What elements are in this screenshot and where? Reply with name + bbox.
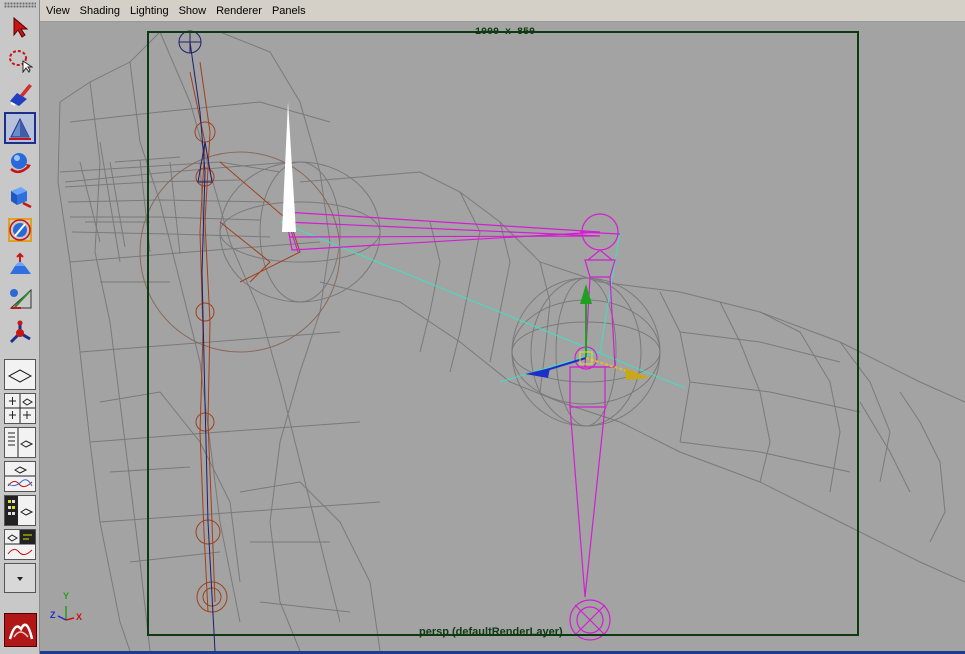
graph-editor-persp-layout-button[interactable] xyxy=(4,461,36,492)
menu-shading[interactable]: Shading xyxy=(75,0,125,22)
universal-manipulator-icon xyxy=(8,218,32,242)
toolbox xyxy=(0,0,40,654)
axis-label-z: Z xyxy=(50,610,56,620)
outliner-persp-layout-icon xyxy=(8,428,34,457)
view-axis-indicator xyxy=(57,606,75,621)
layout-dropdown-button[interactable] xyxy=(4,563,36,593)
spine-joint-chain xyxy=(189,61,301,613)
toolbox-grip[interactable] xyxy=(4,2,36,8)
universal-manipulator-button[interactable] xyxy=(4,214,36,246)
character-wireframe xyxy=(57,31,965,651)
chevron-down-icon xyxy=(17,577,23,581)
hypershade-persp-layout-button[interactable] xyxy=(4,495,36,526)
hypershade-persp-layout-icon xyxy=(5,496,34,525)
viewport-menubar: View Shading Lighting Show Renderer Pane… xyxy=(40,0,965,22)
perspective-viewport[interactable]: 1000 x 850 persp (defaultRenderLayer) Y … xyxy=(40,22,965,651)
last-tool-button[interactable] xyxy=(4,317,36,349)
single-perspective-view-button[interactable] xyxy=(4,359,36,390)
soft-modification-button[interactable] xyxy=(4,249,36,281)
scale-tool-button[interactable] xyxy=(4,180,36,212)
maya-logo xyxy=(4,613,37,647)
last-tool-icon xyxy=(9,320,31,344)
menu-lighting[interactable]: Lighting xyxy=(125,0,174,22)
camera-name-label: persp (defaultRenderLayer) xyxy=(419,626,563,638)
menu-panels[interactable]: Panels xyxy=(267,0,311,22)
graph-editor-persp-layout-icon xyxy=(5,466,35,488)
paint-select-tool-icon xyxy=(10,84,32,106)
lasso-tool-icon xyxy=(9,50,33,73)
scale-tool-icon xyxy=(11,187,32,209)
persp-graph-layout-button[interactable] xyxy=(4,529,36,560)
maya-logo-icon xyxy=(8,623,33,640)
show-manipulator-icon xyxy=(9,288,32,309)
rotate-tool-button[interactable] xyxy=(4,146,36,178)
selected-arm-joint-chain xyxy=(284,211,621,641)
axis-label-y: Y xyxy=(63,591,70,601)
outliner-persp-layout-button[interactable] xyxy=(4,427,36,458)
paint-select-tool-button[interactable] xyxy=(4,78,36,110)
resolution-gate xyxy=(147,31,859,636)
persp-graph-layout-icon xyxy=(5,530,35,556)
select-tool-icon xyxy=(13,16,29,38)
menu-renderer[interactable]: Renderer xyxy=(211,0,267,22)
move-tool-icon xyxy=(9,117,31,140)
menu-view[interactable]: View xyxy=(40,0,75,22)
rotate-tool-icon xyxy=(10,153,31,174)
show-manipulator-button[interactable] xyxy=(4,283,36,315)
four-view-layout-button[interactable] xyxy=(4,393,36,424)
menu-show[interactable]: Show xyxy=(174,0,212,22)
axis-label-x: X xyxy=(76,612,83,622)
lasso-tool-button[interactable] xyxy=(4,44,36,76)
four-view-layout-icon xyxy=(5,394,35,423)
move-tool-button[interactable] xyxy=(4,112,36,144)
select-tool-button[interactable] xyxy=(4,11,36,43)
wireframe-scene xyxy=(57,30,965,651)
resolution-gate-label: 1000 x 850 xyxy=(475,27,536,38)
soft-modification-icon xyxy=(10,252,31,274)
single-perspective-view-icon xyxy=(7,369,33,383)
